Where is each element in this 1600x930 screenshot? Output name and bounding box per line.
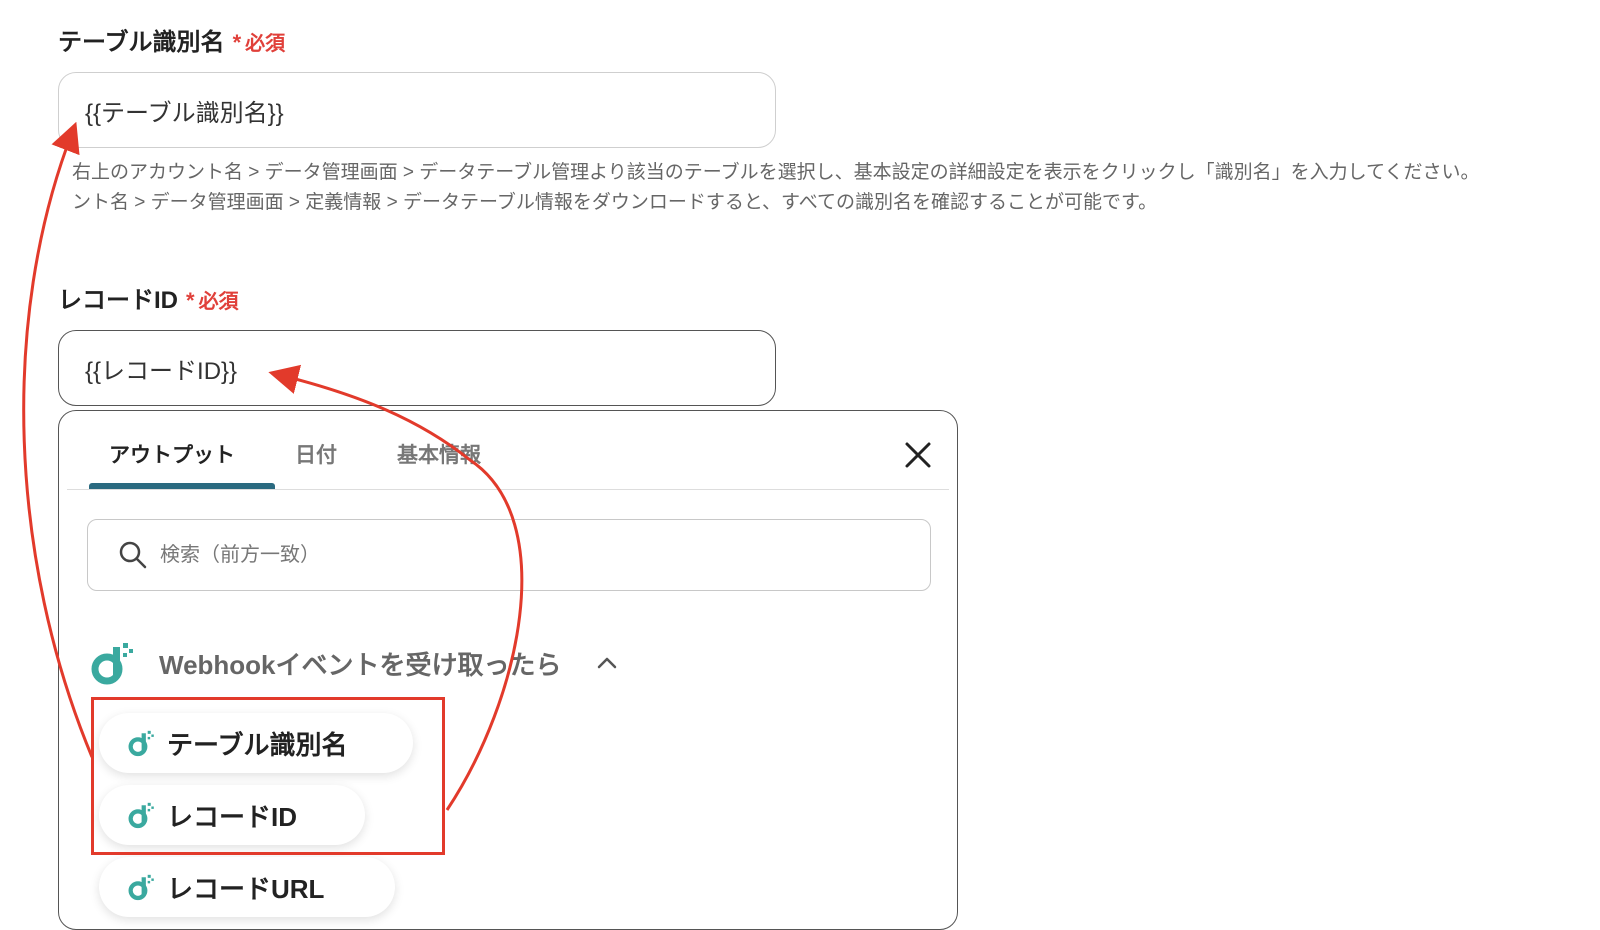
active-tab-indicator <box>89 483 275 489</box>
search-icon <box>119 541 147 569</box>
output-item-label: レコードURL <box>167 873 325 904</box>
required-badge: * 必須 <box>232 30 286 55</box>
record-id-label: レコードID * 必須 <box>58 280 239 315</box>
chevron-up-icon[interactable] <box>596 656 618 670</box>
tab-output[interactable]: アウトプット <box>109 439 235 469</box>
yoom-logo-icon <box>91 643 133 685</box>
highlight-box <box>91 697 445 855</box>
yoom-logo-icon <box>128 874 154 901</box>
table-identifier-label: テーブル識別名 * 必須 <box>58 22 285 57</box>
table-identifier-label-text: テーブル識別名 <box>58 29 225 56</box>
tab-bar: アウトプット 日付 基本情報 <box>67 411 949 490</box>
close-icon[interactable] <box>902 439 934 471</box>
search-input[interactable] <box>158 542 762 568</box>
tab-basic-info[interactable]: 基本情報 <box>397 439 481 469</box>
output-item-record-url[interactable]: レコードURL <box>99 857 395 917</box>
table-identifier-value: {{テーブル識別名}} <box>85 99 284 127</box>
record-id-value: {{レコードID}} <box>85 357 238 385</box>
table-identifier-help: 右上のアカウント名 > データ管理画面 > データテーブル管理より該当のテーブル… <box>72 158 1480 218</box>
help-line-2: ント名 > データ管理画面 > 定義情報 > データテーブル情報をダウンロードす… <box>72 192 1158 213</box>
search-box[interactable] <box>87 519 931 591</box>
table-identifier-input[interactable]: {{テーブル識別名}} <box>58 72 776 148</box>
record-id-input[interactable]: {{レコードID}} <box>58 330 776 406</box>
webhook-group-header[interactable]: Webhookイベントを受け取ったら <box>89 639 618 687</box>
group-title: Webhookイベントを受け取ったら <box>159 649 562 680</box>
help-line-1: 右上のアカウント名 > データ管理画面 > データテーブル管理より該当のテーブル… <box>72 162 1480 183</box>
record-id-label-text: レコードID <box>58 287 178 314</box>
tab-date[interactable]: 日付 <box>295 439 337 469</box>
required-badge: * 必須 <box>186 288 239 313</box>
